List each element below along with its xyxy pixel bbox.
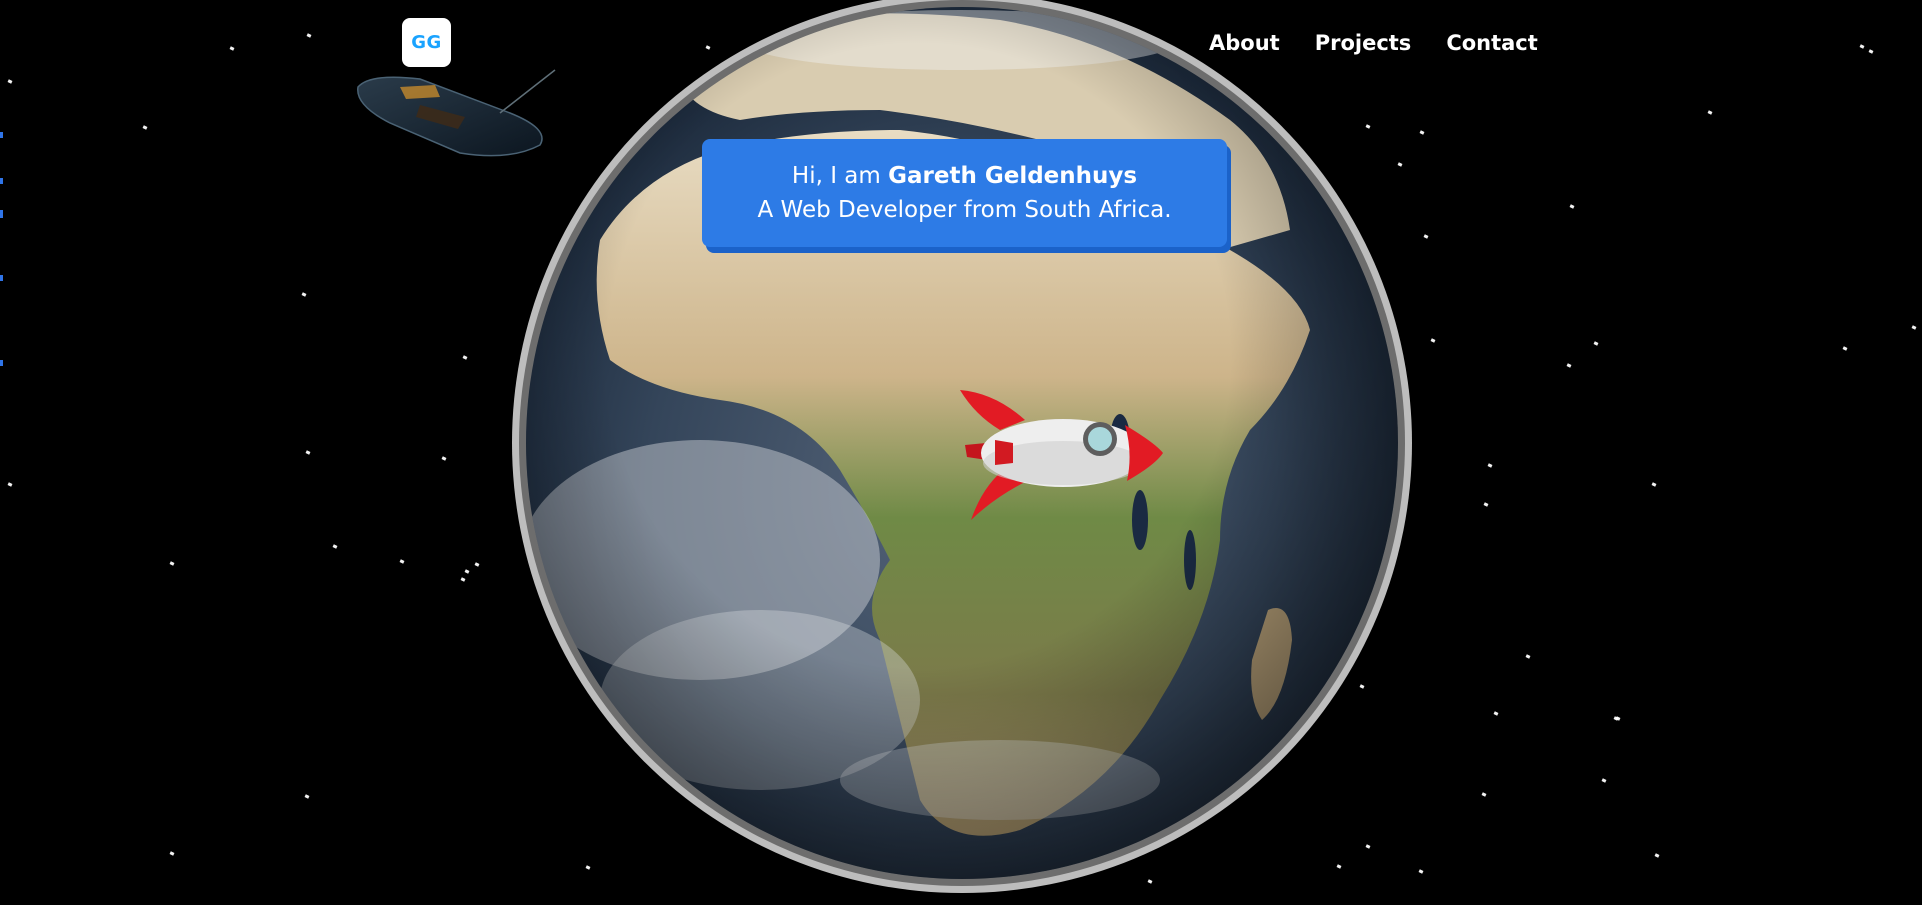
logo-button[interactable]: GG xyxy=(402,18,451,67)
main-nav: About Projects Contact xyxy=(1209,28,1538,58)
nav-projects-link[interactable]: Projects xyxy=(1315,28,1412,58)
space-scene: GG About Projects Contact Hi, I am Garet… xyxy=(0,0,1922,905)
tagline-text: A Web Developer from South Africa. xyxy=(757,197,1172,223)
logo-text: GG xyxy=(411,32,442,53)
nav-about-link[interactable]: About xyxy=(1209,28,1280,58)
rocket-icon xyxy=(960,390,1163,520)
greeting-text: Hi, I am xyxy=(791,163,889,189)
nav-contact-link[interactable]: Contact xyxy=(1446,28,1538,58)
intro-card: Hi, I am Gareth Geldenhuys A Web Develop… xyxy=(702,139,1227,247)
name-text: Gareth Geldenhuys xyxy=(888,163,1138,189)
intro-line: Hi, I am Gareth Geldenhuys xyxy=(792,159,1137,193)
